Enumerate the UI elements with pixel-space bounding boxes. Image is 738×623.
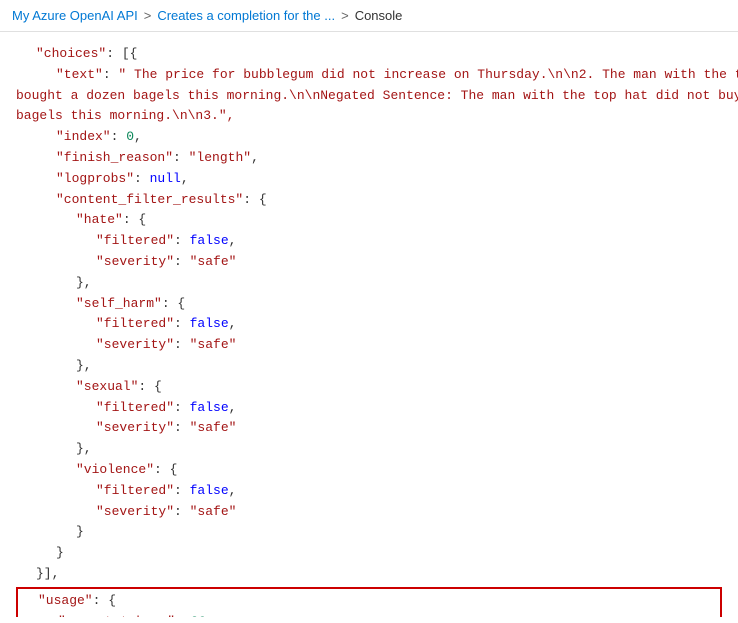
breadcrumb-link-2[interactable]: Creates a completion for the ... [157,8,335,23]
code-line: "severity": "safe" [16,418,722,439]
code-line: "finish_reason": "length", [16,148,722,169]
code-line: "text": " The price for bubblegum did no… [16,65,722,86]
code-line: "choices": [{ [16,44,722,65]
usage-section: "usage": { "prompt_tokens": 20, "complet… [16,587,722,617]
code-area: "choices": [{ "text": " The price for bu… [0,32,738,617]
code-line: bagels this morning.\n\n3.", [16,106,722,127]
breadcrumb-sep-1: > [144,8,152,23]
code-line: "filtered": false, [16,481,722,502]
code-line: "sexual": { [16,377,722,398]
code-line: "hate": { [16,210,722,231]
code-line: bought a dozen bagels this morning.\n\nN… [16,86,722,107]
code-line: "severity": "safe" [16,502,722,523]
code-line: "index": 0, [16,127,722,148]
code-line-usage-open: "usage": { [18,591,720,612]
code-line: "severity": "safe" [16,335,722,356]
code-line: }], [16,564,722,585]
code-line: }, [16,439,722,460]
code-line: "logprobs": null, [16,169,722,190]
code-line: } [16,522,722,543]
breadcrumb-sep-2: > [341,8,349,23]
code-line: "content_filter_results": { [16,190,722,211]
breadcrumb-bar: My Azure OpenAI API > Creates a completi… [0,0,738,32]
code-line: "filtered": false, [16,398,722,419]
code-line: "self_harm": { [16,294,722,315]
code-line: "filtered": false, [16,314,722,335]
code-line: "filtered": false, [16,231,722,252]
breadcrumb-current: Console [355,8,403,23]
code-line-prompt-tokens: "prompt_tokens": 20, [18,612,720,617]
breadcrumb-link-1[interactable]: My Azure OpenAI API [12,8,138,23]
code-line: }, [16,356,722,377]
code-line: "violence": { [16,460,722,481]
code-line: "severity": "safe" [16,252,722,273]
code-line: } [16,543,722,564]
code-line: }, [16,273,722,294]
